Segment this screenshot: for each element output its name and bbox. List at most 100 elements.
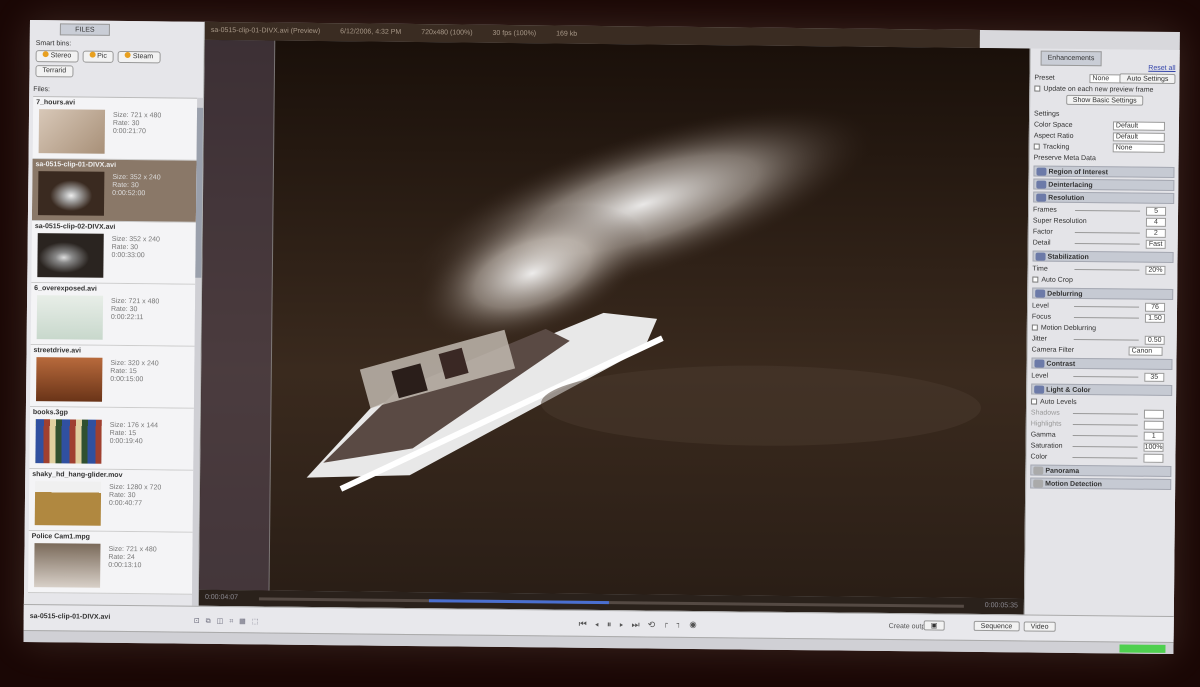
section-toggle[interactable] xyxy=(1035,252,1046,261)
auto-levels-checkbox[interactable] xyxy=(1031,398,1038,405)
file-name: books.3gp xyxy=(32,409,68,417)
contrast-level-value[interactable]: 35 xyxy=(1144,372,1165,382)
section-stabilization[interactable]: Stabilization xyxy=(1032,250,1174,263)
reset-all-link[interactable]: Reset all xyxy=(1148,63,1175,74)
highlights-slider[interactable] xyxy=(1072,423,1138,426)
section-deinterlacing[interactable]: Deinterlacing xyxy=(1033,178,1175,191)
file-item[interactable]: streetdrive.avi Size: 320 x 240 Rate: 15 0… xyxy=(29,345,195,409)
gamma-value[interactable]: 1 xyxy=(1143,431,1164,441)
play-icon[interactable]: ▸ xyxy=(619,619,631,629)
section-panorama[interactable]: Panorama xyxy=(1030,464,1172,477)
section-deblurring[interactable]: Deblurring xyxy=(1032,287,1174,300)
contrast-level-slider[interactable] xyxy=(1073,375,1139,378)
detail-value[interactable]: Fast xyxy=(1145,239,1166,249)
mark-out-icon[interactable]: ⌉ xyxy=(676,620,689,630)
tracking-select[interactable]: None xyxy=(1112,143,1165,153)
video-button[interactable]: Video xyxy=(1023,621,1056,632)
screenshot-button[interactable]: ▣ xyxy=(923,620,945,631)
loop-icon[interactable]: ⟲ xyxy=(648,620,664,630)
section-toggle[interactable] xyxy=(1034,359,1045,368)
show-basic-settings-button[interactable]: Show Basic Settings xyxy=(1065,94,1144,106)
file-item[interactable]: books.3gp Size: 176 x 144 Rate: 15 0:00:19… xyxy=(29,407,194,471)
saturation-value[interactable]: 100% xyxy=(1143,442,1164,452)
color-swatch[interactable] xyxy=(1143,453,1164,463)
level-label: Level xyxy=(1032,302,1049,310)
fit-icon[interactable]: ⬚ xyxy=(252,618,265,625)
color-space-select[interactable]: Default xyxy=(1112,121,1165,131)
section-toggle[interactable] xyxy=(1034,385,1045,394)
jitter-slider[interactable] xyxy=(1073,338,1139,341)
time-value[interactable]: 20% xyxy=(1145,265,1166,275)
aspect-ratio-select[interactable]: Default xyxy=(1112,132,1165,142)
section-toggle[interactable] xyxy=(1033,479,1044,488)
first-frame-icon[interactable]: ⏮ xyxy=(579,619,595,629)
saturation-slider[interactable] xyxy=(1072,445,1138,448)
shadows-slider[interactable] xyxy=(1072,412,1138,415)
focus-slider[interactable] xyxy=(1073,316,1139,319)
frames-value[interactable]: 5 xyxy=(1146,206,1167,216)
color-slider[interactable] xyxy=(1072,456,1138,459)
file-item[interactable]: Police Cam1.mpg Size: 721 x 480 Rate: 24 0… xyxy=(27,531,193,595)
camera-filter-select[interactable]: Canon xyxy=(1128,346,1163,356)
level-value[interactable]: 76 xyxy=(1145,302,1166,312)
enhancements-panel: Enhancements Reset all Preset None Auto Se… xyxy=(1023,48,1180,641)
frames-slider[interactable] xyxy=(1075,209,1141,212)
tracking-checkbox[interactable] xyxy=(1033,143,1040,150)
mark-in-icon[interactable]: ⌈ xyxy=(663,620,676,630)
motion-deblurring-checkbox[interactable] xyxy=(1031,324,1038,331)
focus-value[interactable]: 1.50 xyxy=(1144,313,1165,323)
file-item[interactable]: 7_hours.avi Size: 721 x 480 Rate: 30 0:00:… xyxy=(32,97,198,161)
file-info: Size: 352 x 240 Rate: 30 0:00:33:00 xyxy=(111,235,161,260)
last-frame-icon[interactable]: ⏭ xyxy=(631,619,647,629)
section-resolution[interactable]: Resolution xyxy=(1033,191,1175,204)
smart-bin-button[interactable]: Terrarid xyxy=(35,65,74,78)
section-contrast[interactable]: Contrast xyxy=(1031,357,1173,370)
file-browser-panel: FILES Smart bins: Stereo Pic Steam Terra… xyxy=(23,20,205,622)
file-name: Police Cam1.mpg xyxy=(31,533,90,541)
grid-icon[interactable]: ▦ xyxy=(239,618,252,625)
section-toggle[interactable] xyxy=(1033,466,1044,475)
smart-bin-button[interactable]: Steam xyxy=(117,50,161,64)
split-icon[interactable]: ◫ xyxy=(217,618,230,625)
compare-icon[interactable]: ⧉ xyxy=(206,618,217,625)
level-slider[interactable] xyxy=(1074,305,1140,308)
tab-files[interactable]: FILES xyxy=(59,23,110,36)
smart-bins-label: Smart bins: xyxy=(35,40,72,48)
file-thumbnail xyxy=(38,109,106,154)
factor-slider[interactable] xyxy=(1074,231,1140,234)
file-item[interactable]: 6_overexposed.avi Size: 721 x 480 Rate: 3… xyxy=(30,283,196,347)
section-light-color[interactable]: Light & Color xyxy=(1031,383,1173,396)
file-item[interactable]: shaky_hd_hang-glider.mov Size: 1280 x 72… xyxy=(28,469,194,533)
time-slider[interactable] xyxy=(1074,268,1140,271)
pause-icon[interactable]: ⏸ xyxy=(607,619,620,629)
auto-settings-button[interactable]: Auto Settings xyxy=(1119,73,1176,84)
file-item-selected[interactable]: sa-0515-clip-01-DIVX.avi Size: 352 x 240… xyxy=(31,159,197,223)
section-toggle[interactable] xyxy=(1035,289,1046,298)
zoom-icon[interactable]: ⊡ xyxy=(194,618,206,625)
shadows-value[interactable] xyxy=(1143,409,1164,419)
section-region[interactable]: Region of Interest xyxy=(1033,165,1175,178)
gamma-slider[interactable] xyxy=(1072,434,1138,437)
section-toggle[interactable] xyxy=(1036,167,1047,176)
highlights-value[interactable] xyxy=(1143,420,1164,430)
section-motion-detection[interactable]: Motion Detection xyxy=(1030,477,1172,490)
snapshot-icon[interactable]: ◉ xyxy=(689,620,704,630)
file-info: Size: 1280 x 720 Rate: 30 0:00:40:77 xyxy=(108,483,162,508)
prev-frame-icon[interactable]: ◂ xyxy=(595,619,607,629)
timeline-track[interactable] xyxy=(258,597,964,608)
auto-update-checkbox[interactable] xyxy=(1034,85,1041,92)
detail-slider[interactable] xyxy=(1074,242,1140,245)
file-info: Size: 176 x 144 Rate: 15 0:00:19:40 xyxy=(109,421,159,446)
smart-bin-button[interactable]: Pic xyxy=(82,50,114,63)
super-resolution-value[interactable]: 4 xyxy=(1145,217,1166,227)
smart-bin-button[interactable]: Stereo xyxy=(35,50,79,63)
jitter-value[interactable]: 0.50 xyxy=(1144,335,1165,345)
color-label: Color xyxy=(1030,453,1048,461)
sequence-button[interactable]: Sequence xyxy=(973,620,1020,632)
file-item[interactable]: sa-0515-clip-02-DIVX.avi Size: 352 x 240… xyxy=(31,221,196,285)
video-preview[interactable] xyxy=(199,39,1030,599)
section-toggle[interactable] xyxy=(1036,193,1047,202)
section-toggle[interactable] xyxy=(1036,180,1047,189)
factor-value[interactable]: 2 xyxy=(1145,228,1166,238)
auto-crop-checkbox[interactable] xyxy=(1032,276,1039,283)
